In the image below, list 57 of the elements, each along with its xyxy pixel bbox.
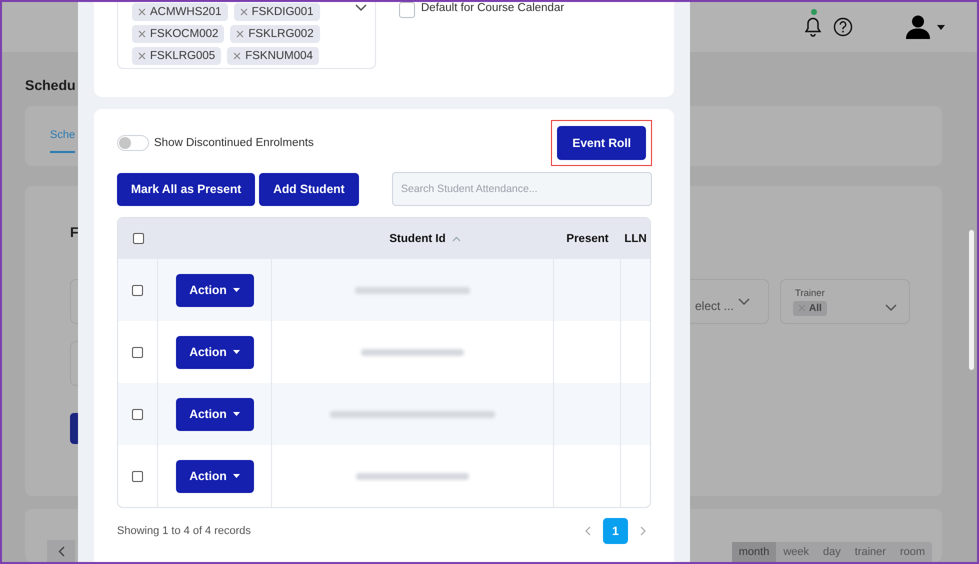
field-label: Trainer	[795, 288, 826, 298]
search-field[interactable]: Search Student Attendance...	[392, 172, 652, 206]
view-button[interactable]: month	[732, 542, 776, 562]
chevron-left-icon	[58, 546, 64, 556]
user-icon	[905, 15, 931, 39]
select-all-checkbox[interactable]	[132, 233, 144, 244]
caret-icon	[232, 288, 240, 292]
course-select[interactable]: ACMWHS201 FSKDIG001 FSKOCM002 FSKLRG002 FSKLRG005 FSKNUM004	[117, 2, 376, 69]
select-placeholder: elect ...	[695, 298, 734, 312]
toggle-label: Show Discontinued Enrolments	[154, 137, 314, 149]
checkbox[interactable]	[399, 2, 415, 18]
bell-icon	[805, 17, 821, 37]
action-dropdown[interactable]: Action	[176, 460, 254, 492]
course-chip[interactable]: FSKDIG001	[234, 3, 320, 21]
remove-icon	[138, 52, 146, 60]
event-roll-button[interactable]: Event Roll	[557, 126, 646, 160]
action-dropdown[interactable]: Action	[176, 336, 254, 368]
remove-icon	[236, 30, 244, 38]
row-checkbox[interactable]	[132, 408, 143, 420]
help-icon	[833, 17, 853, 37]
course-chip[interactable]: FSKLRG002	[230, 25, 320, 43]
remove-icon	[138, 8, 146, 16]
course-chip[interactable]: FSKNUM004	[227, 47, 319, 65]
toggle-switch[interactable]	[117, 135, 149, 151]
column-header[interactable]: Student Id	[389, 232, 446, 244]
filter-chip[interactable]: All	[793, 300, 827, 316]
chevron-right-icon	[640, 526, 646, 536]
chevron-down-icon	[738, 298, 750, 306]
action-dropdown[interactable]: Action	[176, 398, 254, 430]
course-chip[interactable]: ACMWHS201	[132, 3, 228, 21]
column-header: Present	[566, 232, 609, 244]
row-checkbox[interactable]	[132, 284, 143, 296]
page-title: Schedu	[25, 77, 76, 94]
scrollbar-thumb[interactable]	[969, 230, 974, 370]
row-checkbox[interactable]	[132, 470, 143, 482]
add-student-button[interactable]: Add Student	[259, 172, 359, 206]
remove-icon	[233, 52, 242, 60]
chevron-down-icon	[885, 304, 897, 312]
caret-icon	[937, 24, 945, 30]
column-header: LLN	[624, 232, 647, 244]
previous-button[interactable]	[47, 540, 75, 562]
caret-icon	[232, 350, 240, 354]
trainer-select[interactable]: Trainer All	[780, 279, 910, 324]
course-chip[interactable]: FSKLRG005	[132, 47, 222, 65]
chevron-down-icon	[355, 4, 367, 12]
chevron-left-icon	[585, 526, 591, 536]
caret-icon	[232, 412, 240, 416]
records-summary: Showing 1 to 4 of 4 records	[117, 525, 251, 537]
remove-icon	[240, 8, 248, 16]
caret-icon	[232, 474, 240, 478]
row-checkbox[interactable]	[132, 346, 143, 358]
checkbox-label: Default for Course Calendar	[421, 2, 564, 14]
mark-all-present-button[interactable]: Mark All as Present	[117, 172, 256, 206]
remove-icon	[138, 30, 146, 38]
card-heading: F	[70, 224, 79, 240]
course-chip[interactable]: FSKOCM002	[132, 25, 224, 43]
action-dropdown[interactable]: Action	[176, 274, 254, 306]
